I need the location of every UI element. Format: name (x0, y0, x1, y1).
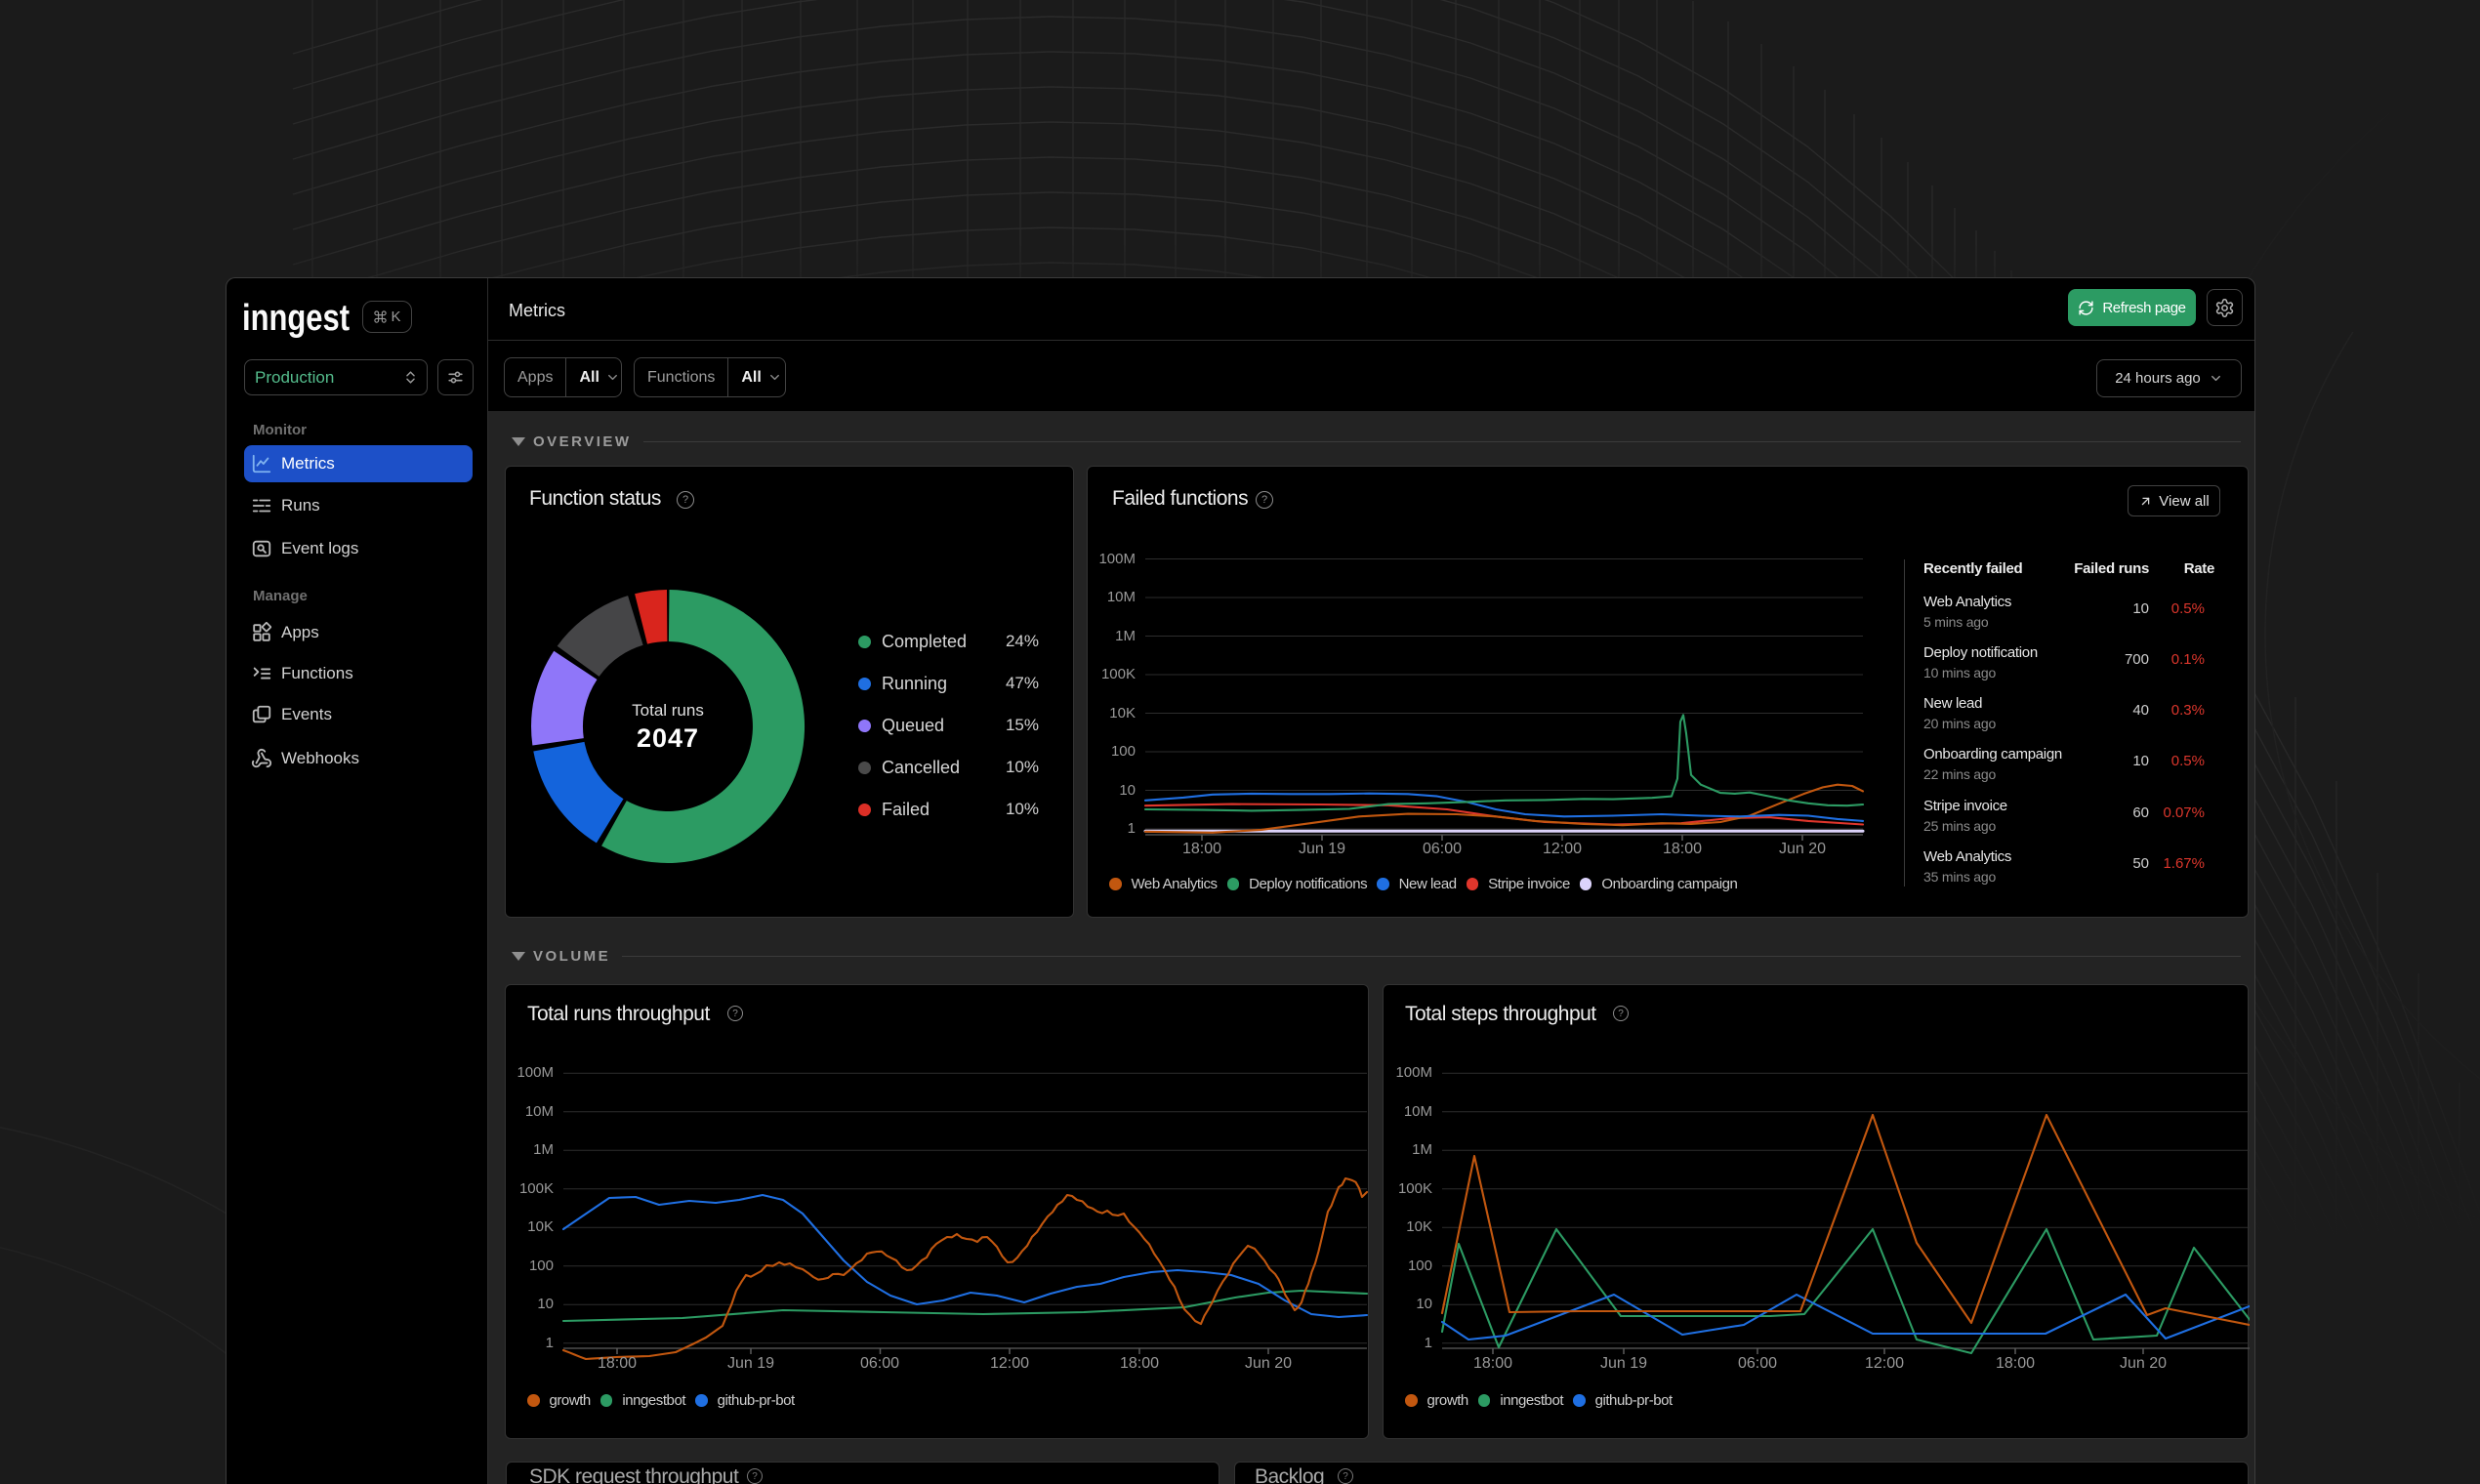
svg-text:inngest: inngest (242, 298, 350, 339)
